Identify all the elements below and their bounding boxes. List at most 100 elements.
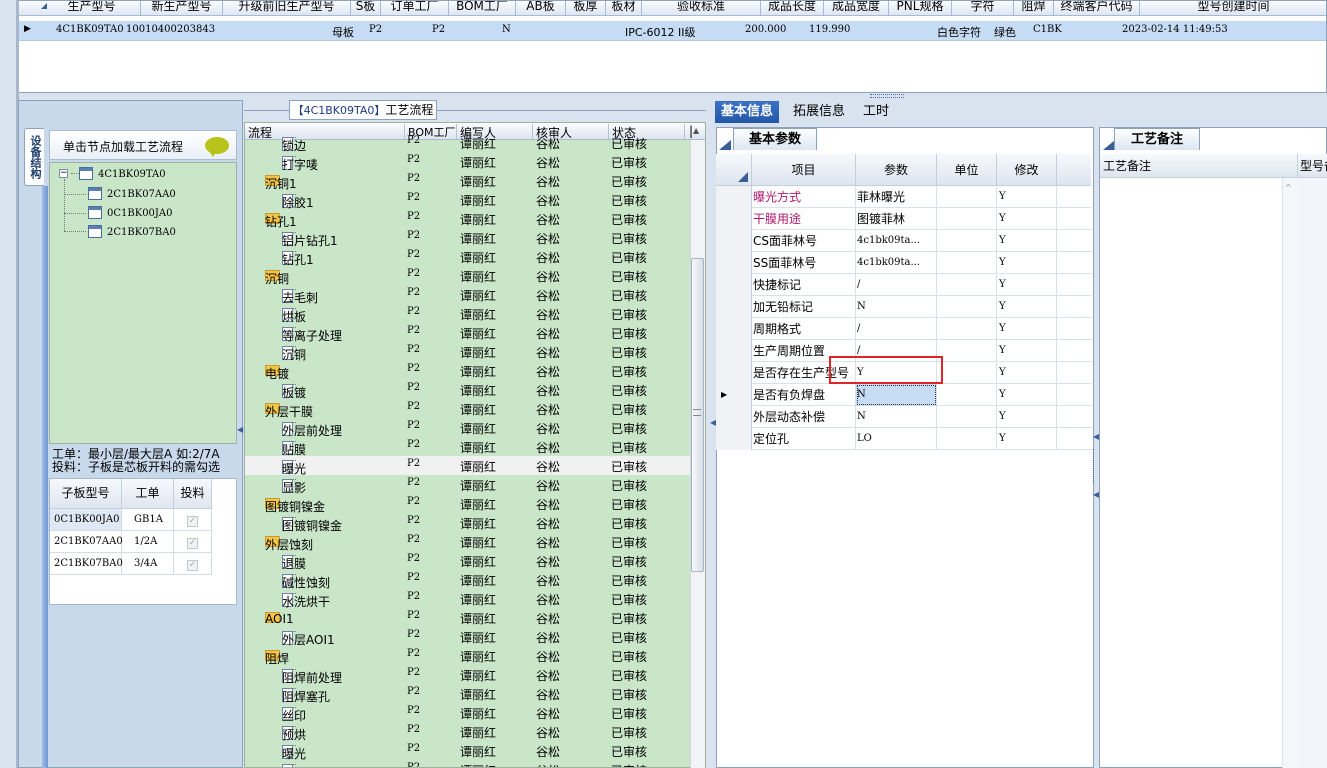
col-sub-model[interactable]: 子板型号 [50, 479, 122, 509]
model-col-header[interactable]: BOM工厂 [449, 1, 516, 16]
col-param[interactable]: 参数 [856, 154, 937, 186]
process-row[interactable]: 碱性蚀刻 P2 谭丽红 谷松 已审核 [245, 570, 691, 590]
process-row[interactable]: −外层蚀刻P2谭丽红谷松已审核 [245, 532, 691, 552]
process-row[interactable]: 去毛刺 P2 谭丽红 谷松 已审核 [245, 285, 691, 305]
process-row[interactable]: 烘板 P2 谭丽红 谷松 已审核 [245, 304, 691, 324]
param-edit-cell[interactable]: Y [997, 318, 1057, 340]
param-edit-cell[interactable]: Y [997, 252, 1057, 274]
process-row[interactable]: 等离子处理 P2 谭丽红 谷松 已审核 [245, 323, 691, 343]
process-row[interactable]: 丝印 P2 谭丽红 谷松 已审核 [245, 703, 691, 723]
process-row[interactable]: −电镀P2谭丽红谷松已审核 [245, 361, 691, 381]
param-row[interactable]: 定位孔 LO Y [716, 428, 1092, 450]
param-row[interactable]: 快捷标记 / Y [716, 274, 1092, 296]
process-row[interactable]: 显影P2谭丽红谷松已审核 [245, 760, 691, 767]
cell-order[interactable]: GB1A [122, 509, 174, 531]
param-unit-cell[interactable] [937, 186, 997, 208]
basic-params-tab[interactable]: 基本参数 [733, 128, 817, 150]
col-model-remark[interactable]: 型号备注 [1300, 157, 1327, 174]
param-row[interactable]: 加无铅标记 N Y [716, 296, 1092, 318]
param-row[interactable]: CS面菲林号 4c1bk09ta... Y [716, 230, 1092, 252]
model-col-header[interactable]: PNL规格 [889, 1, 952, 16]
param-edit-cell[interactable]: Y [997, 208, 1057, 230]
process-row[interactable]: −图镀铜镍金P2谭丽红谷松已审核 [245, 494, 691, 514]
col-order[interactable]: 工单 [122, 479, 174, 509]
splitter-grip[interactable] [870, 94, 904, 98]
tab-work-hours[interactable]: 工时 [857, 101, 895, 123]
process-row[interactable]: −钻孔1P2谭丽红谷松已审核 [245, 209, 691, 229]
cell-feed[interactable]: ✓ [174, 553, 212, 575]
process-row[interactable]: −AOI1P2谭丽红谷松已审核 [245, 608, 691, 627]
comment-bubble-icon[interactable] [205, 137, 229, 157]
tree-root[interactable]: − 4C1BK09TA0 [59, 166, 166, 182]
process-row[interactable]: 打字唛 P2 谭丽红 谷松 已审核 [245, 152, 691, 172]
model-col-header[interactable]: 升级前旧生产型号 [223, 1, 351, 16]
param-row[interactable]: 周期格式 / Y [716, 318, 1092, 340]
param-param-cell[interactable]: 图镀菲林 [856, 208, 937, 230]
model-col-header[interactable]: 板材 [606, 1, 642, 16]
col-feed[interactable]: 投料 [174, 479, 212, 509]
param-edit-cell[interactable]: Y [997, 340, 1057, 362]
param-edit-cell[interactable]: Y [997, 296, 1057, 318]
cell-sub-model[interactable]: 0C1BK00JA0 [50, 509, 122, 531]
param-param-cell[interactable]: N [856, 296, 937, 318]
col-unit[interactable]: 单位 [937, 154, 997, 186]
param-edit-cell[interactable]: Y [997, 362, 1057, 384]
col-item[interactable]: 项目 [752, 154, 856, 186]
cell-sub-model[interactable]: 2C1BK07BA0 [50, 553, 123, 575]
param-row[interactable]: 干膜用途 图镀菲林 Y [716, 208, 1092, 230]
tree-node[interactable]: 0C1BK00JA0 [88, 205, 173, 221]
param-param-cell[interactable]: 4c1bk09ta... [856, 252, 937, 274]
param-edit-cell[interactable]: Y [997, 230, 1057, 252]
process-row[interactable]: 阻焊塞孔 P2 谭丽红 谷松 已审核 [245, 684, 691, 704]
param-unit-cell[interactable] [937, 318, 997, 340]
right-splitter-grip[interactable] [1093, 449, 1096, 483]
model-col-header[interactable]: 阻焊 [1014, 1, 1054, 16]
cell-sub-model[interactable]: 2C1BK07AA0 [50, 531, 123, 553]
model-col-header[interactable]: 验收标准 [642, 1, 761, 16]
param-row[interactable]: 曝光方式 菲林曝光 Y [716, 186, 1092, 208]
param-unit-cell[interactable] [937, 296, 997, 318]
collapse-icon[interactable]: − [59, 169, 68, 178]
process-row[interactable]: 沉铜 P2 谭丽红 谷松 已审核 [245, 342, 691, 362]
collapse-left-arrow-icon[interactable]: ◀ [237, 425, 243, 434]
param-unit-cell[interactable] [937, 384, 997, 406]
process-row[interactable]: 外层AOI1 P2 谭丽红 谷松 已审核 [245, 627, 691, 647]
param-param-cell[interactable]: / [856, 274, 937, 296]
model-grid-row[interactable]: ▶ 4C1BK09TA0 10010400203843 母板 P2 P2 N I… [19, 21, 1326, 41]
model-col-header[interactable]: 成品宽度 [824, 1, 889, 16]
remark-scroll-up-icon[interactable]: ^ [1285, 183, 1292, 192]
process-row[interactable]: 预烘 P2 谭丽红 谷松 已审核 [245, 722, 691, 742]
param-unit-cell[interactable] [937, 428, 997, 450]
model-col-header[interactable]: 生产型号 [43, 1, 141, 16]
process-row[interactable]: −沉铜P2谭丽红谷松已审核 [245, 266, 691, 286]
param-param-cell[interactable]: N [856, 384, 937, 406]
cell-order[interactable]: 3/4A [122, 553, 174, 575]
model-col-header[interactable]: 新生产型号 [141, 1, 223, 16]
param-edit-cell[interactable]: Y [997, 384, 1057, 406]
model-col-header[interactable]: 订单工厂 [381, 1, 449, 16]
tab-device-structure[interactable]: 设备结构 [24, 128, 44, 186]
model-col-header[interactable]: 型号创建时间 [1140, 1, 1326, 16]
param-edit-cell[interactable]: Y [997, 274, 1057, 296]
param-param-cell[interactable]: 4c1bk09ta... [856, 230, 937, 252]
process-row[interactable]: 贴膜 P2 谭丽红 谷松 已审核 [245, 437, 691, 457]
param-unit-cell[interactable] [937, 406, 997, 428]
process-row[interactable]: 退膜 P2 谭丽红 谷松 已审核 [245, 551, 691, 571]
process-row[interactable]: 图镀铜镍金 P2 谭丽红 谷松 已审核 [245, 513, 691, 533]
scroll-up-arrow-icon[interactable]: ▲ [693, 126, 699, 135]
process-row[interactable]: 阻焊前处理 P2 谭丽红 谷松 已审核 [245, 665, 691, 685]
model-col-header[interactable]: 板厚 [566, 1, 606, 16]
remark-tab[interactable]: 工艺备注 [1114, 128, 1200, 150]
remark-col2-area[interactable] [1298, 178, 1327, 768]
param-unit-cell[interactable] [937, 230, 997, 252]
process-row[interactable]: 除胶1 P2 谭丽红 谷松 已审核 [245, 190, 691, 210]
tab-basic-info[interactable]: 基本信息 [715, 101, 780, 123]
process-row[interactable]: 外层前处理 P2 谭丽红 谷松 已审核 [245, 418, 691, 438]
process-row[interactable]: −沉铜1P2谭丽红谷松已审核 [245, 171, 691, 191]
process-row[interactable]: 板镀 P2 谭丽红 谷松 已审核 [245, 380, 691, 400]
tree-node[interactable]: 2C1BK07AA0 [88, 186, 176, 202]
cell-feed[interactable]: ✓ [174, 531, 212, 553]
checkbox[interactable]: ✓ [187, 538, 198, 549]
param-param-cell[interactable]: / [856, 318, 937, 340]
process-row[interactable]: 显影P2谭丽红谷松已审核 [245, 475, 691, 495]
